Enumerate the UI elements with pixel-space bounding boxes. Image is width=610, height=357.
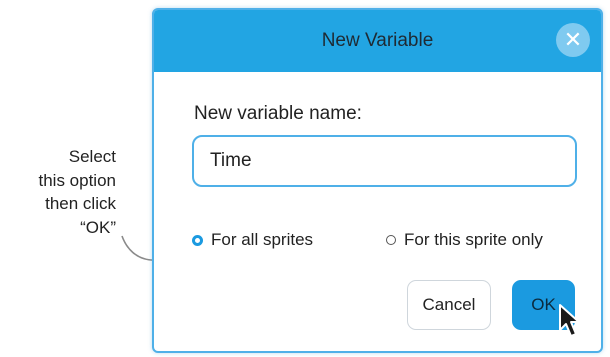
callout-line: Select — [68, 147, 116, 166]
radio-selected-icon — [192, 234, 203, 246]
radio-label: For all sprites — [211, 230, 314, 249]
variable-name-label: New variable name: — [194, 103, 362, 124]
ok-button[interactable]: OK — [512, 280, 575, 330]
cancel-button[interactable]: Cancel — [407, 280, 491, 330]
radio-for-this-sprite-only[interactable]: For this sprite only — [386, 230, 543, 250]
radio-for-all-sprites[interactable]: For all sprites — [192, 230, 313, 250]
radio-label: For this sprite only — [404, 230, 543, 249]
variable-name-input[interactable] — [192, 135, 577, 187]
instruction-callout: Select this option then click “OK” — [0, 145, 117, 239]
callout-line: then click — [45, 194, 116, 213]
close-icon[interactable]: ✕ — [556, 23, 590, 57]
radio-unselected-icon — [386, 235, 396, 245]
dialog-title: New Variable — [321, 30, 434, 51]
callout-line: this option — [38, 170, 117, 190]
callout-line: “OK” — [80, 217, 116, 237]
new-variable-dialog: New Variable ✕ New variable name: For al… — [152, 8, 603, 353]
dialog-header: New Variable ✕ — [154, 10, 601, 72]
